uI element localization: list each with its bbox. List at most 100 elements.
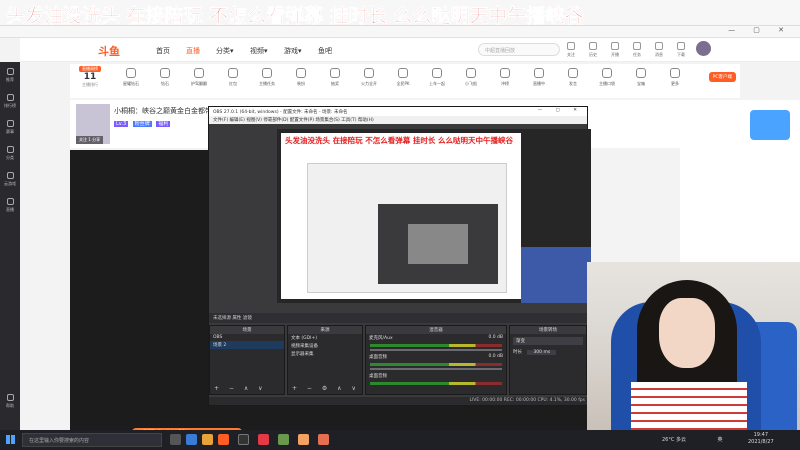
category-icon bbox=[262, 68, 272, 78]
history-button[interactable]: 历史 bbox=[582, 42, 604, 58]
preview-camera bbox=[521, 247, 591, 303]
folder-icon[interactable] bbox=[202, 434, 213, 445]
category-item[interactable]: 护驾翻翻 bbox=[184, 68, 214, 87]
nav-category[interactable]: 分类▾ bbox=[216, 46, 234, 56]
category-icon bbox=[500, 68, 510, 78]
source-toolbar[interactable]: 未选择源 属性 滤镜 bbox=[209, 313, 589, 323]
flag-icon bbox=[6, 119, 14, 127]
obs-statusbar: LIVE: 00:00:00 REC: 00:00:00 CPU: 4.1%, … bbox=[209, 397, 589, 405]
nested-obs bbox=[378, 204, 498, 284]
category-item[interactable]: 主播口袋 bbox=[592, 68, 622, 87]
category-item[interactable]: 宝箱 bbox=[626, 68, 656, 87]
source-item[interactable]: 文本 (GDI+) bbox=[288, 334, 362, 342]
category-item[interactable]: 更多 bbox=[660, 68, 690, 87]
windows-taskbar: 在这里输入你要搜索的内容 26°C 多云 英 19:47 2021/8/27 bbox=[0, 430, 800, 450]
streamer-meta: Lv.3 粉丝牌 福利 bbox=[114, 120, 171, 127]
category-item[interactable]: 小飞船 bbox=[456, 68, 486, 87]
category-item[interactable]: 全民PK bbox=[388, 68, 418, 87]
task-promo-icon[interactable] bbox=[750, 110, 790, 140]
help-icon bbox=[6, 393, 14, 401]
sidebar-item-help[interactable]: 帮助 bbox=[0, 388, 20, 414]
task-button[interactable]: 任务 bbox=[626, 42, 648, 58]
obs-window: OBS 27.0.1 (64-bit, windows) - 配置文件: 未命名… bbox=[208, 106, 591, 406]
scenes-controls[interactable]: + − ∧ ∨ bbox=[214, 385, 267, 392]
sources-header: 来源 bbox=[288, 326, 362, 334]
category-icon bbox=[670, 68, 680, 78]
search-input[interactable]: 中超直播回放 bbox=[478, 43, 560, 56]
category-item[interactable]: 抽奖 bbox=[320, 68, 350, 87]
category-item[interactable]: 红包 bbox=[218, 68, 248, 87]
nav-video[interactable]: 视频▾ bbox=[250, 46, 268, 56]
app-icon-green[interactable] bbox=[278, 434, 289, 445]
category-item[interactable]: 直播中 bbox=[524, 68, 554, 87]
download-icon bbox=[677, 42, 685, 50]
transition-duration: 时长 300 ms bbox=[510, 348, 586, 356]
category-item[interactable]: 冲榜 bbox=[490, 68, 520, 87]
nav-game[interactable]: 游戏▾ bbox=[284, 46, 302, 56]
douyu-app-icon[interactable] bbox=[218, 434, 229, 445]
welfare-badge[interactable]: 福利 bbox=[156, 121, 171, 127]
follow-button[interactable]: 关注 bbox=[560, 42, 582, 58]
heart-icon bbox=[567, 42, 575, 50]
category-icon bbox=[296, 68, 306, 78]
sidebar-item-cloud-game[interactable]: 云游戏 bbox=[0, 166, 20, 192]
category-item[interactable]: 主播任务 bbox=[252, 68, 282, 87]
nav-live[interactable]: 直播 bbox=[186, 46, 200, 56]
category-item[interactable]: 发言 bbox=[558, 68, 588, 87]
taskbar-search[interactable]: 在这里输入你要搜索的内容 bbox=[22, 433, 162, 447]
task-icon bbox=[633, 42, 641, 50]
nav-home[interactable]: 首页 bbox=[156, 46, 170, 56]
category-icon bbox=[194, 68, 204, 78]
follow-share-bar[interactable]: 关注 1 分享 bbox=[76, 136, 104, 144]
sidebar-item-category[interactable]: 分类 bbox=[0, 140, 20, 166]
volume-slider[interactable] bbox=[370, 368, 502, 370]
obs-menubar[interactable]: 文件(F) 编辑(E) 视图(V) 停靠部件(D) 配置文件(P) 场景集合(S… bbox=[209, 116, 587, 124]
sidebar-item-rank[interactable]: 排行榜 bbox=[0, 88, 20, 114]
nav-yuba[interactable]: 鱼吧 bbox=[318, 46, 332, 56]
obs-preview[interactable]: 头发油没洗头 在接陪玩 不怎么看弹幕 挂时长 么么哒明天中午播峡谷 bbox=[277, 129, 591, 303]
edge-icon[interactable] bbox=[186, 434, 197, 445]
window-controls[interactable]: — ▢ ✕ bbox=[728, 26, 792, 34]
sidebar-item-live[interactable]: 直播 bbox=[0, 192, 20, 218]
source-item[interactable]: 显示器采集 bbox=[288, 350, 362, 358]
sidebar-item-recommend[interactable]: 推荐 bbox=[0, 62, 20, 88]
nested-capture bbox=[307, 163, 507, 293]
app-icon-orange2[interactable] bbox=[318, 434, 329, 445]
app-icon-orange[interactable] bbox=[298, 434, 309, 445]
rank-subtitle: 主播排行 bbox=[82, 82, 98, 87]
clock[interactable]: 19:47 2021/8/27 bbox=[748, 432, 774, 446]
douyu-logo[interactable]: 斗鱼 bbox=[98, 43, 120, 59]
category-item[interactable]: 火力全开 bbox=[354, 68, 384, 87]
app-icon-red[interactable] bbox=[258, 434, 269, 445]
sources-controls[interactable]: + − ⚙ ∧ ∨ bbox=[292, 385, 360, 392]
mixer-track: 麦克风/Aux 0.0 dB bbox=[369, 335, 503, 341]
pc-client-button[interactable]: PC客户端 bbox=[708, 72, 736, 82]
rank-widget[interactable]: 直播周榜 11 主播排行 bbox=[70, 64, 110, 98]
category-item[interactable]: 星耀钻石 bbox=[116, 68, 146, 87]
download-button[interactable]: 下载 bbox=[670, 42, 692, 58]
duration-input[interactable]: 300 ms bbox=[527, 350, 557, 355]
transition-select[interactable]: 渐变 bbox=[513, 337, 583, 345]
source-item[interactable]: 视频采集设备 bbox=[288, 342, 362, 350]
sidebar-item-events[interactable]: 赛事 bbox=[0, 114, 20, 140]
level-badge: Lv.3 bbox=[114, 121, 129, 127]
weather-widget[interactable]: 26°C 多云 英 bbox=[662, 436, 723, 443]
category-icon bbox=[568, 68, 578, 78]
category-icon bbox=[228, 68, 238, 78]
fan-badge[interactable]: 粉丝牌 bbox=[132, 121, 152, 127]
start-stream-button[interactable]: 开播 bbox=[604, 42, 626, 58]
category-icon bbox=[398, 68, 408, 78]
category-item[interactable]: 上车一起 bbox=[422, 68, 452, 87]
obs-window-controls[interactable]: — ▢ ✕ bbox=[538, 108, 583, 113]
scene-item[interactable]: 场景 2 bbox=[210, 341, 284, 349]
input-language[interactable]: 英 bbox=[718, 437, 723, 443]
user-avatar[interactable] bbox=[696, 41, 711, 56]
windows-start-icon[interactable] bbox=[6, 435, 15, 444]
scene-item[interactable]: OBS bbox=[210, 334, 284, 341]
message-button[interactable]: 消息 bbox=[648, 42, 670, 58]
category-item[interactable]: 装扮 bbox=[286, 68, 316, 87]
task-view-icon[interactable] bbox=[170, 434, 181, 445]
obs-app-icon[interactable] bbox=[238, 434, 249, 445]
volume-slider[interactable] bbox=[370, 349, 502, 351]
category-item[interactable]: 钻石 bbox=[150, 68, 180, 87]
